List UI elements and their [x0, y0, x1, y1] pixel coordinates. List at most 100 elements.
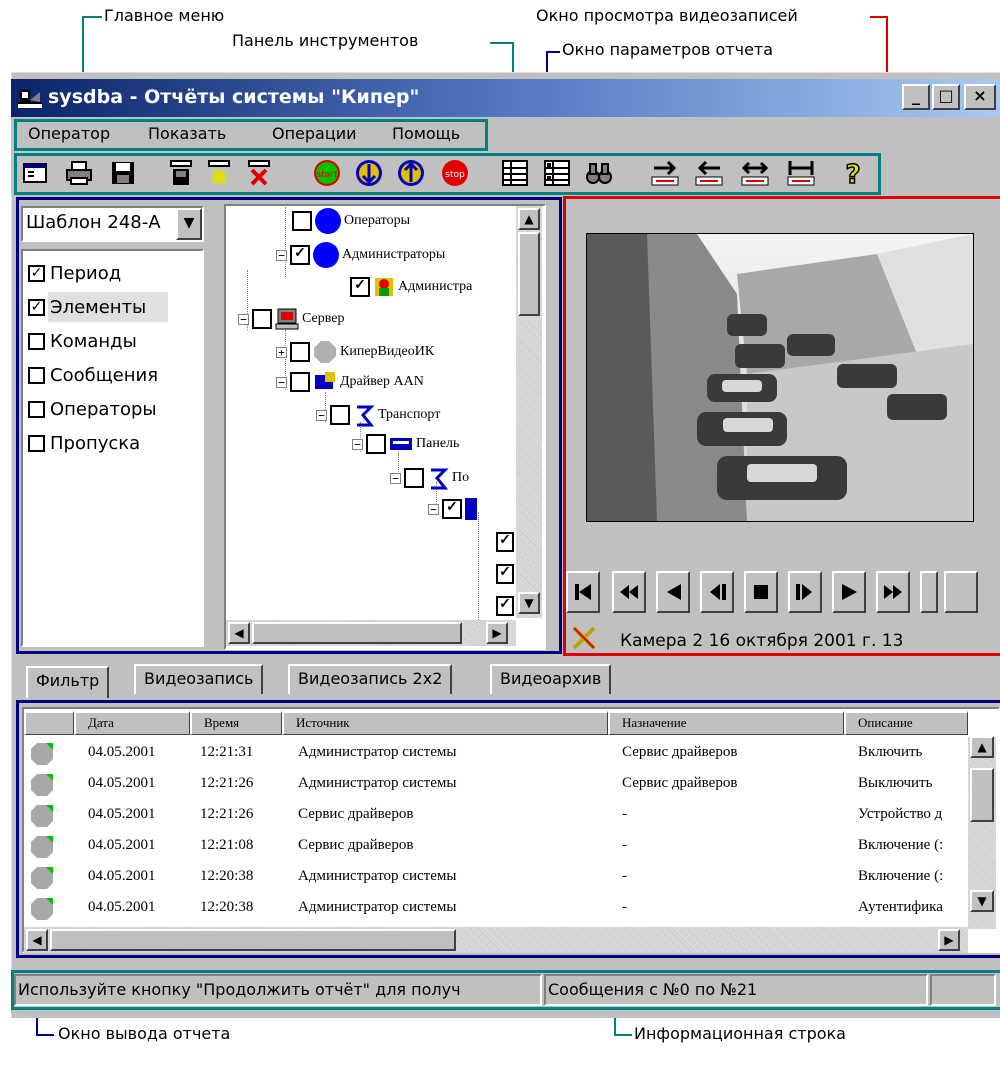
tree-leaf[interactable]: ✓	[496, 596, 514, 616]
fast-rewind-icon[interactable]	[612, 571, 646, 613]
tree-item-administrators[interactable]: − ✓ Администраторы	[276, 242, 445, 268]
driver-icon	[315, 372, 335, 389]
table-cell: 04.05.2001	[88, 899, 156, 915]
play-reverse-icon[interactable]	[656, 571, 690, 613]
tree-item-device[interactable]: − ✓	[428, 498, 477, 520]
app-icon	[18, 86, 44, 110]
table-cell: Администратор системы	[298, 868, 457, 884]
scroll-down-icon[interactable]: ▼	[518, 592, 540, 614]
binoculars-icon[interactable]	[584, 158, 614, 188]
tab-video-archive[interactable]: Видеоархив	[490, 664, 612, 694]
tab-filter[interactable]: Фильтр	[26, 666, 110, 698]
group-icon	[313, 242, 339, 268]
column-header-description[interactable]: Описание	[844, 711, 968, 735]
tools-icon[interactable]	[570, 624, 598, 652]
arrow-down-icon[interactable]	[354, 158, 384, 188]
chevron-down-icon[interactable]: ▼	[176, 208, 202, 240]
table-cell: Включение (:	[858, 837, 944, 853]
scroll-up-icon[interactable]: ▲	[970, 736, 994, 758]
help-icon[interactable]: ?	[838, 158, 868, 188]
tree-item-operators[interactable]: Операторы	[292, 208, 410, 234]
step-right-icon[interactable]	[650, 158, 680, 188]
arrow-up-icon[interactable]	[396, 158, 426, 188]
svg-text:?: ?	[845, 160, 860, 187]
table-cell: Администратор системы	[298, 744, 457, 760]
tree-leaf[interactable]: ✓	[496, 532, 514, 552]
minimize-button[interactable]: _	[902, 84, 930, 110]
table-cell: Сервис драйверов	[298, 837, 414, 853]
tab-video-recording-2x2[interactable]: Видеозапись 2x2	[288, 664, 453, 694]
step-back-icon[interactable]	[700, 571, 734, 613]
svg-text:stop: stop	[445, 170, 465, 180]
table-cell: Выключить	[858, 775, 933, 791]
tree-hscroll-thumb[interactable]	[252, 622, 462, 644]
printer-icon[interactable]	[64, 158, 94, 188]
stop-icon[interactable]: stop	[440, 158, 470, 188]
table-cell: Устройство д	[858, 806, 943, 822]
row-status-icon	[30, 742, 54, 766]
column-header-source[interactable]: Источник	[282, 711, 608, 735]
check-elements[interactable]: ✓ Элементы	[28, 296, 146, 318]
step-forward-icon[interactable]	[788, 571, 822, 613]
check-operators[interactable]: Операторы	[28, 398, 157, 420]
table-cell: 04.05.2001	[88, 837, 156, 853]
start-icon[interactable]: start	[312, 158, 342, 188]
computer-icon	[275, 308, 299, 330]
table-cell: 12:21:26	[200, 806, 254, 822]
panel-icon	[390, 438, 412, 450]
scroll-right-icon[interactable]: ▶	[486, 622, 508, 644]
tree-item-transport[interactable]: − Транспорт	[316, 403, 440, 427]
check-messages[interactable]: Сообщения	[28, 364, 158, 386]
check-passes[interactable]: Пропуска	[28, 432, 140, 454]
check-period[interactable]: ✓ Период	[28, 262, 121, 284]
scroll-up-icon[interactable]: ▲	[518, 208, 540, 230]
play-icon[interactable]	[832, 571, 866, 613]
report-icon[interactable]	[166, 158, 196, 188]
octagon-icon	[314, 341, 336, 363]
tree-leaf[interactable]: ✓	[496, 564, 514, 584]
step-left-icon[interactable]	[694, 158, 724, 188]
tree-scroll-thumb[interactable]	[518, 232, 540, 316]
tree-item-kiper-video[interactable]: + КиперВидеоИК	[276, 340, 434, 364]
save-icon[interactable]	[108, 158, 138, 188]
skip-start-icon[interactable]	[566, 571, 600, 613]
tree-item-po[interactable]: − По	[390, 466, 469, 490]
fast-forward-icon[interactable]	[876, 571, 910, 613]
row-status-icon	[30, 897, 54, 921]
skip-end-icon[interactable]	[920, 571, 938, 613]
column-header-icon	[24, 711, 74, 735]
check-commands[interactable]: Команды	[28, 330, 137, 352]
grid-hscroll-thumb[interactable]	[50, 929, 456, 951]
stop-playback-icon[interactable]	[744, 571, 778, 613]
scroll-left-icon[interactable]: ◀	[228, 622, 250, 644]
grid-scroll-thumb[interactable]	[970, 768, 994, 822]
row-status-icon	[30, 866, 54, 890]
fit-icon[interactable]	[786, 158, 816, 188]
form-icon[interactable]	[20, 158, 50, 188]
transport-icon	[431, 468, 449, 490]
table-cell: Включить	[858, 744, 923, 760]
scroll-down-icon[interactable]: ▼	[970, 890, 994, 912]
tab-video-recording[interactable]: Видеозапись	[134, 664, 264, 694]
scroll-right-icon[interactable]: ▶	[938, 929, 960, 951]
checklist-icon[interactable]	[542, 158, 572, 188]
list-icon[interactable]	[500, 158, 530, 188]
sun-icon[interactable]	[204, 158, 234, 188]
tree-item-panel[interactable]: − Панель	[352, 434, 459, 454]
expand-icon[interactable]	[740, 158, 770, 188]
camera-info: Камера 2 16 октября 2001 г. 13	[620, 631, 904, 651]
column-header-time[interactable]: Время	[190, 711, 282, 735]
column-header-date[interactable]: Дата	[74, 711, 190, 735]
tree-item-server[interactable]: − Сервер	[238, 308, 344, 330]
table-cell: Сервис драйверов	[622, 775, 738, 791]
tree-item-administrator[interactable]: ✓ Администра	[350, 276, 472, 298]
close-button[interactable]: ×	[964, 84, 996, 110]
delete-icon[interactable]	[244, 158, 274, 188]
column-header-destination[interactable]: Назначение	[608, 711, 844, 735]
tree-item-driver[interactable]: − Драйвер AAN	[276, 371, 424, 393]
maximize-button[interactable]: □	[932, 84, 960, 110]
table-cell: Аутентифика	[858, 899, 943, 915]
playback-extra-button[interactable]	[944, 571, 978, 613]
group-icon	[315, 208, 341, 234]
scroll-left-icon[interactable]: ◀	[26, 929, 48, 951]
